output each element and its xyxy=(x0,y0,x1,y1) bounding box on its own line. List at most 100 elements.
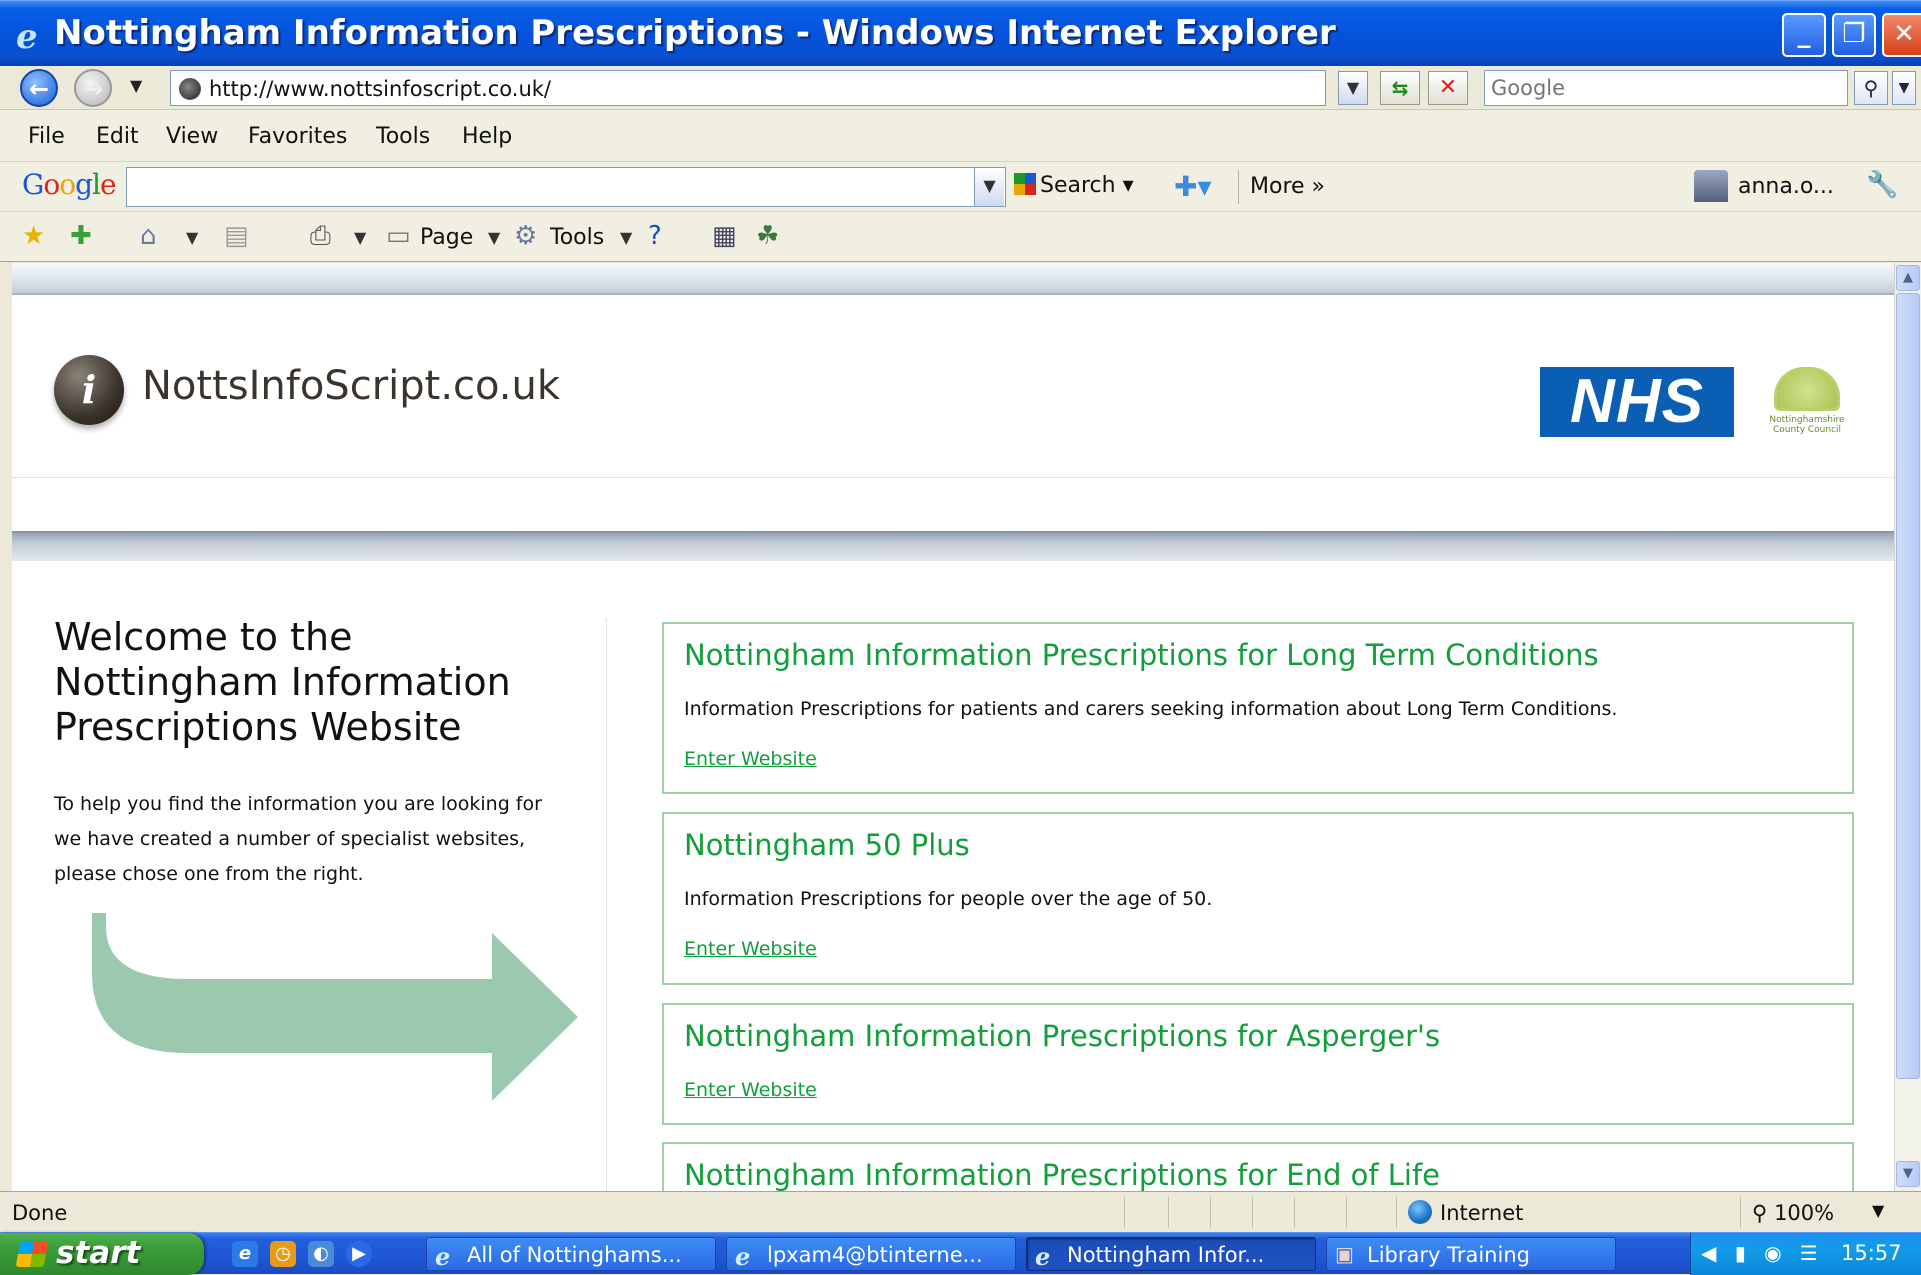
google-search-icon xyxy=(1014,173,1036,195)
scroll-up-icon[interactable]: ▲ xyxy=(1896,265,1920,291)
ie-icon: e xyxy=(1035,1242,1051,1271)
status-text: Done xyxy=(12,1201,68,1225)
title-bar[interactable]: e Nottingham Information Prescriptions -… xyxy=(0,0,1921,66)
enter-website-link[interactable]: Enter Website xyxy=(684,1079,817,1101)
more-button[interactable]: More » xyxy=(1250,174,1325,199)
scroll-down-icon[interactable]: ▼ xyxy=(1896,1161,1920,1187)
start-button[interactable]: start xyxy=(0,1233,204,1275)
back-button[interactable]: ← xyxy=(20,69,58,107)
taskbar-item[interactable]: ▣ Library Training xyxy=(1326,1237,1616,1271)
print-dropdown-icon[interactable]: ▼ xyxy=(354,228,366,247)
home-dropdown-icon[interactable]: ▼ xyxy=(186,228,198,247)
quicklaunch-media-icon[interactable]: ▶ xyxy=(346,1241,372,1267)
menu-tools[interactable]: Tools xyxy=(376,124,430,149)
home-icon[interactable]: ⌂ xyxy=(140,221,157,251)
panel-title[interactable]: Nottingham Information Prescriptions for… xyxy=(684,1019,1440,1053)
panel-description: Information Prescriptions for patients a… xyxy=(684,698,1618,720)
messenger-icon[interactable]: ☘ xyxy=(756,221,779,251)
refresh-button[interactable]: ⇆ xyxy=(1380,71,1420,105)
print-icon[interactable]: ⎙ xyxy=(310,221,331,252)
menu-edit[interactable]: Edit xyxy=(96,124,139,149)
address-url[interactable]: http://www.nottsinfoscript.co.uk/ xyxy=(209,77,551,101)
quicklaunch-ie-icon[interactable]: e xyxy=(232,1241,258,1267)
scroll-thumb[interactable] xyxy=(1896,293,1920,1079)
menu-file[interactable]: File xyxy=(28,124,65,149)
windows-flag-icon xyxy=(15,1241,49,1267)
tools-dropdown-icon[interactable]: ▼ xyxy=(620,228,632,247)
favorites-star-icon[interactable]: ★ xyxy=(22,221,45,251)
taskbar-item-label: Nottingham Infor... xyxy=(1067,1243,1265,1267)
search-icon[interactable]: ⚲ xyxy=(1854,71,1888,105)
restore-button[interactable]: ❐ xyxy=(1832,13,1876,57)
page-dropdown-icon[interactable]: ▼ xyxy=(488,228,500,247)
close-button[interactable]: ✕ xyxy=(1882,13,1921,57)
panel-50-plus: Nottingham 50 Plus Information Prescript… xyxy=(662,812,1854,985)
status-divider xyxy=(1124,1197,1125,1228)
status-divider xyxy=(1210,1197,1211,1228)
google-search-dropdown-icon[interactable]: ▼ xyxy=(974,168,1004,206)
zoom-level[interactable]: ⚲ 100% xyxy=(1752,1201,1834,1225)
page-menu[interactable]: Page xyxy=(420,225,473,250)
menu-help[interactable]: Help xyxy=(462,124,512,149)
search-options-dropdown-icon[interactable]: ▼ xyxy=(1892,71,1916,105)
address-row: ← → ▼ http://www.nottsinfoscript.co.uk/ … xyxy=(0,66,1921,110)
google-search-input[interactable] xyxy=(126,167,1006,207)
google-account-menu[interactable]: anna.o... xyxy=(1738,174,1834,199)
wrench-settings-icon[interactable]: 🔧 xyxy=(1866,170,1898,200)
quicklaunch-app-icon[interactable]: ◐ xyxy=(308,1241,334,1267)
enter-website-link[interactable]: Enter Website xyxy=(684,748,817,770)
status-bar: Done Internet ⚲ 100% ▼ xyxy=(0,1191,1921,1232)
menu-view[interactable]: View xyxy=(166,124,218,149)
search-box[interactable] xyxy=(1484,70,1848,106)
taskbar-item[interactable]: e All of Nottinghams... xyxy=(426,1237,716,1271)
enter-website-link[interactable]: Enter Website xyxy=(684,938,817,960)
site-name[interactable]: NottsInfoScript.co.uk xyxy=(142,363,560,409)
zoom-dropdown-icon[interactable]: ▼ xyxy=(1872,1201,1884,1220)
help-icon[interactable]: ? xyxy=(648,221,662,251)
vertical-scrollbar[interactable]: ▲ ▼ xyxy=(1894,263,1921,1191)
google-logo[interactable]: Google xyxy=(22,168,117,201)
security-zone[interactable]: Internet xyxy=(1440,1201,1523,1225)
google-search-button[interactable]: Search ▾ xyxy=(1014,173,1134,198)
info-logo-icon[interactable]: i xyxy=(54,355,124,425)
status-divider xyxy=(1294,1197,1295,1228)
google-search-label: Search xyxy=(1040,173,1116,198)
panel-title[interactable]: Nottingham Information Prescriptions for… xyxy=(684,638,1599,672)
ie-icon: e xyxy=(16,17,38,57)
window-title: Nottingham Information Prescriptions - W… xyxy=(54,13,1336,53)
tray-icons[interactable]: ◀ ▮ ◉ ☰ xyxy=(1701,1241,1824,1265)
taskbar-item-active[interactable]: e Nottingham Infor... xyxy=(1026,1237,1316,1271)
intro-line: we have created a number of specialist w… xyxy=(54,828,526,850)
forward-button[interactable]: → xyxy=(74,69,112,107)
panel-end-of-life: Nottingham Information Prescriptions for… xyxy=(662,1142,1854,1191)
clock[interactable]: 15:57 xyxy=(1841,1241,1902,1265)
site-favicon-icon xyxy=(179,78,201,100)
ie-icon: e xyxy=(435,1242,451,1271)
tools-gear-icon: ⚙ xyxy=(514,221,538,251)
search-input[interactable] xyxy=(1485,71,1825,105)
address-field[interactable]: http://www.nottsinfoscript.co.uk/ xyxy=(170,70,1326,106)
address-dropdown-icon[interactable]: ▼ xyxy=(1338,71,1368,105)
page-content: i NottsInfoScript.co.uk NHS Nottinghamsh… xyxy=(12,263,1894,1191)
header-divider xyxy=(12,477,1894,478)
tools-menu[interactable]: Tools xyxy=(550,225,604,250)
add-button-icon[interactable]: ✚▾ xyxy=(1174,170,1212,203)
panel-description: Information Prescriptions for people ove… xyxy=(684,888,1213,910)
feeds-icon[interactable]: ▤ xyxy=(224,221,249,251)
council-logo-text: Nottinghamshire County Council xyxy=(1769,415,1845,435)
research-icon[interactable]: ▦ xyxy=(712,221,737,251)
add-favorite-icon[interactable]: ✚ xyxy=(70,221,92,251)
history-dropdown-icon[interactable]: ▼ xyxy=(130,76,142,95)
user-avatar-icon xyxy=(1694,170,1728,202)
panel-title[interactable]: Nottingham Information Prescriptions for… xyxy=(684,1158,1440,1191)
quicklaunch-outlook-icon[interactable]: ◷ xyxy=(270,1241,296,1267)
intro-text: To help you find the information you are… xyxy=(54,787,594,892)
menu-favorites[interactable]: Favorites xyxy=(248,124,347,149)
taskbar-item-label: Library Training xyxy=(1367,1243,1530,1267)
stop-button[interactable]: ✕ xyxy=(1428,71,1468,105)
minimize-button[interactable]: _ xyxy=(1782,13,1826,57)
taskbar-item-label: lpxam4@btinterne... xyxy=(767,1243,983,1267)
taskbar-item[interactable]: e lpxam4@btinterne... xyxy=(726,1237,1016,1271)
panel-title[interactable]: Nottingham 50 Plus xyxy=(684,828,970,862)
ie-icon: e xyxy=(735,1242,751,1271)
